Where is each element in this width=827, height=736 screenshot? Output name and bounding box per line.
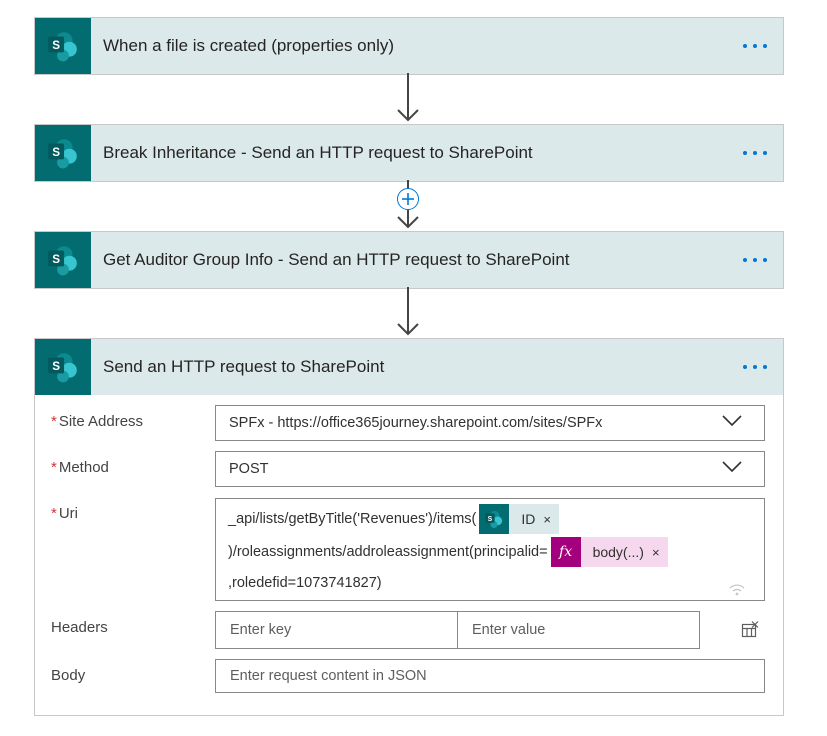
- chevron-down-icon: [722, 415, 742, 427]
- id-token-label: ID: [521, 511, 536, 527]
- method-value: POST: [229, 461, 269, 477]
- table-delete-icon[interactable]: [741, 621, 759, 639]
- break-inheritance-card[interactable]: Break Inheritance - Send an HTTP request…: [34, 124, 784, 182]
- insert-step-button[interactable]: [397, 188, 419, 210]
- method-label: * Method: [51, 459, 109, 476]
- uri-label: * Uri: [51, 505, 78, 522]
- uri-text-2: )/roleassignments/addroleassignment(prin…: [228, 544, 548, 560]
- ellipsis-icon: [743, 151, 747, 155]
- chevron-down-icon: [722, 461, 742, 473]
- close-icon[interactable]: ×: [543, 512, 559, 527]
- header-key-input[interactable]: Enter key: [215, 611, 458, 649]
- site-address-value: SPFx - https://office365journey.sharepoi…: [229, 415, 603, 431]
- uri-label-text: Uri: [58, 505, 79, 522]
- site-address-dropdown[interactable]: SPFx - https://office365journey.sharepoi…: [215, 405, 765, 441]
- arrow-down-icon: [397, 287, 419, 336]
- trigger-card[interactable]: When a file is created (properties only): [34, 17, 784, 75]
- plus-icon: [402, 193, 414, 205]
- uri-line-3: ,roledefid=1073741827): [228, 575, 382, 591]
- get-auditor-group-card[interactable]: Get Auditor Group Info - Send an HTTP re…: [34, 231, 784, 289]
- body-input[interactable]: Enter request content in JSON: [215, 659, 765, 693]
- ellipsis-icon: [743, 365, 747, 369]
- sharepoint-icon: [35, 125, 91, 181]
- uri-line-1: _api/lists/getByTitle('Revenues')/items(…: [228, 504, 559, 534]
- more-options-button[interactable]: [741, 252, 769, 268]
- ellipsis-icon: [743, 258, 747, 262]
- get-auditor-group-card-header[interactable]: Get Auditor Group Info - Send an HTTP re…: [35, 232, 783, 288]
- required-mark: *: [51, 459, 57, 476]
- break-inheritance-title: Break Inheritance - Send an HTTP request…: [103, 143, 533, 162]
- site-address-label: * Site Address: [51, 413, 143, 430]
- more-options-button[interactable]: [741, 38, 769, 54]
- uri-text-1: _api/lists/getByTitle('Revenues')/items(: [228, 511, 477, 527]
- send-http-request-card-header[interactable]: Send an HTTP request to SharePoint: [35, 339, 783, 395]
- send-http-request-card[interactable]: Send an HTTP request to SharePoint * Site…: [34, 338, 784, 716]
- more-options-button[interactable]: [741, 145, 769, 161]
- header-value-placeholder: Enter value: [472, 622, 546, 638]
- header-value-input[interactable]: Enter value: [457, 611, 700, 649]
- body-expression-token[interactable]: fx body(...) ×: [550, 537, 668, 567]
- required-mark: *: [51, 505, 57, 522]
- trigger-title: When a file is created (properties only): [103, 36, 395, 55]
- trigger-card-header[interactable]: When a file is created (properties only): [35, 18, 783, 74]
- body-placeholder: Enter request content in JSON: [230, 668, 427, 684]
- method-dropdown[interactable]: POST: [215, 451, 765, 487]
- sharepoint-icon: [479, 504, 510, 534]
- wireless-icon: [729, 584, 745, 596]
- headers-label: Headers: [51, 619, 108, 636]
- uri-line-2: )/roleassignments/addroleassignment(prin…: [228, 537, 668, 567]
- header-key-placeholder: Enter key: [230, 622, 292, 638]
- body-token-label: body(...): [592, 544, 644, 560]
- sharepoint-icon: [35, 232, 91, 288]
- send-http-request-title: Send an HTTP request to SharePoint: [103, 357, 385, 376]
- uri-input[interactable]: _api/lists/getByTitle('Revenues')/items(…: [215, 498, 765, 601]
- body-label: Body: [51, 667, 86, 684]
- fx-icon: fx: [550, 537, 581, 567]
- id-dynamic-token[interactable]: ID ×: [479, 504, 559, 534]
- get-auditor-group-title: Get Auditor Group Info - Send an HTTP re…: [103, 250, 570, 269]
- break-inheritance-card-header[interactable]: Break Inheritance - Send an HTTP request…: [35, 125, 783, 181]
- more-options-button[interactable]: [741, 359, 769, 375]
- close-icon[interactable]: ×: [652, 545, 668, 560]
- arrow-down-icon: [397, 73, 419, 122]
- required-mark: *: [51, 413, 57, 430]
- sharepoint-icon: [35, 339, 91, 395]
- ellipsis-icon: [743, 44, 747, 48]
- sharepoint-icon: [35, 18, 91, 74]
- uri-text-3: ,roledefid=1073741827): [228, 575, 382, 591]
- method-label-text: Method: [58, 459, 109, 476]
- site-address-label-text: Site Address: [58, 413, 144, 430]
